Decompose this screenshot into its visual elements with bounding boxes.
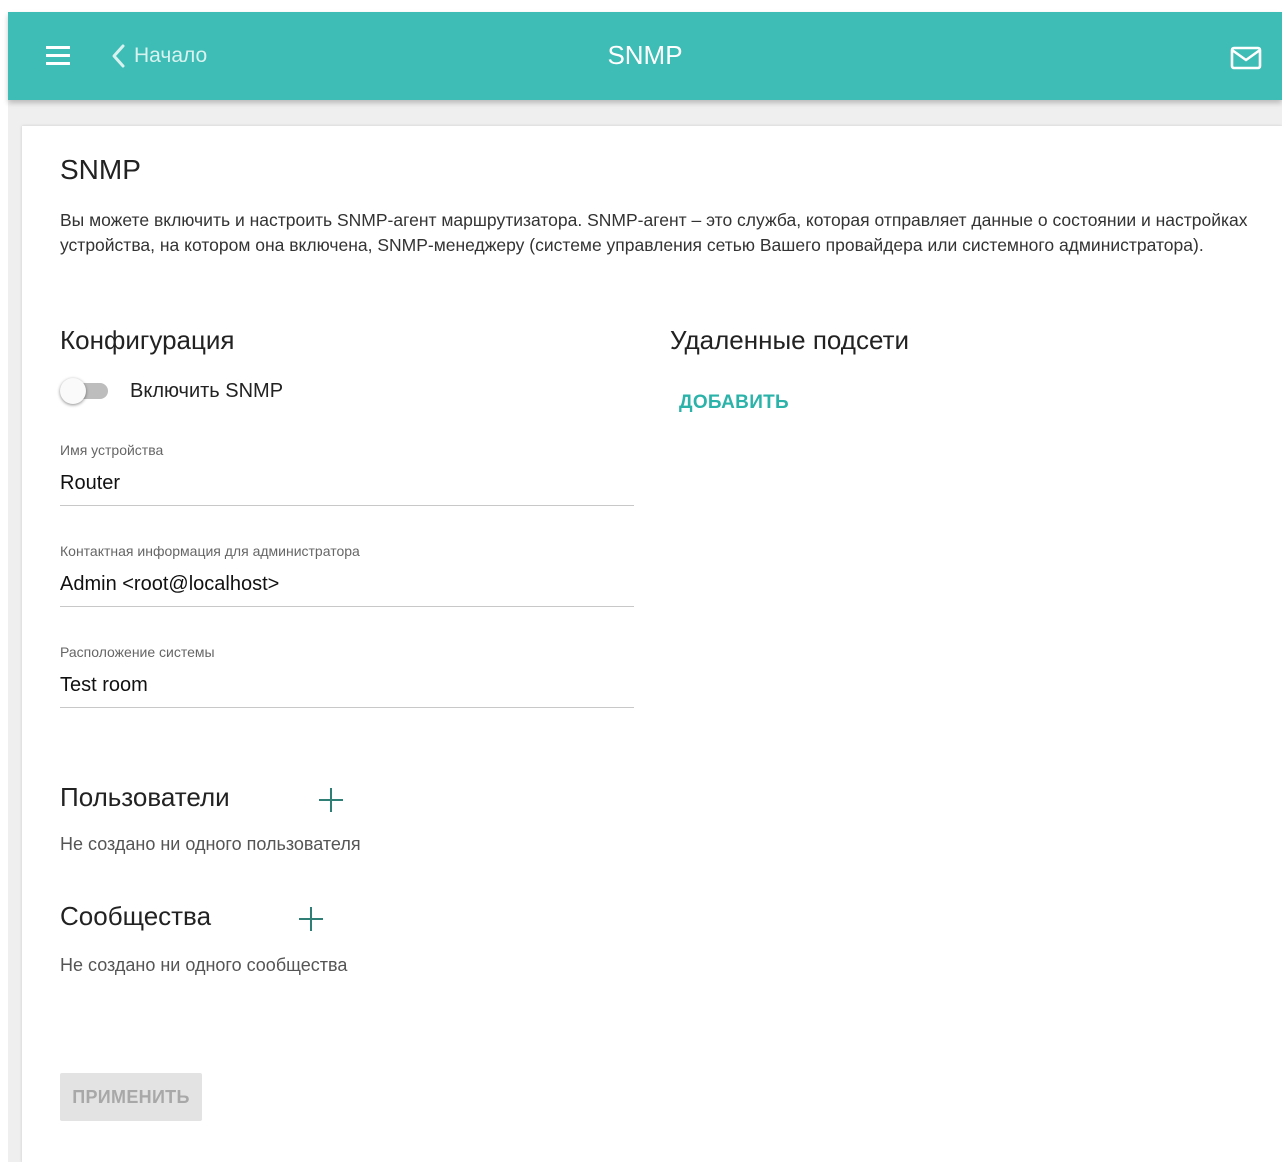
location-label: Расположение системы [60, 644, 215, 660]
communities-empty-text: Не создано ни одного сообщества [60, 955, 348, 975]
users-heading: Пользователи [60, 782, 230, 812]
toggle-knob [60, 378, 86, 404]
remote-subnets-heading: Удаленные подсети [670, 325, 910, 355]
section-title: SNMP [60, 154, 141, 185]
contact-field: Контактная информация для администратора [60, 543, 634, 607]
communities-heading: Сообщества [60, 901, 212, 931]
top-bar: Начало SNMP [8, 12, 1282, 100]
enable-snmp-toggle[interactable]: Включить SNMP [60, 376, 283, 406]
toggle-switch[interactable] [60, 376, 110, 406]
device-name-field: Имя устройства [60, 442, 634, 506]
location-field: Расположение системы [60, 644, 634, 708]
contact-label: Контактная информация для администратора [60, 543, 360, 559]
apply-button[interactable]: ПРИМЕНИТЬ [60, 1073, 202, 1121]
users-empty-text: Не создано ни одного пользователя [60, 834, 361, 854]
add-community-plus-icon[interactable] [297, 905, 325, 933]
location-input[interactable] [60, 668, 634, 708]
contact-input[interactable] [60, 567, 634, 607]
section-description: Вы можете включить и настроить SNMP-аген… [60, 210, 1248, 255]
device-name-label: Имя устройства [60, 442, 164, 458]
back-button[interactable]: Начало [110, 42, 207, 70]
device-name-input[interactable] [60, 466, 634, 506]
page: Начало SNMP SNMP Вы можете включить и на… [0, 0, 1282, 1162]
mail-icon[interactable] [1230, 46, 1262, 70]
add-subnet-button[interactable]: ДОБАВИТЬ [679, 392, 789, 414]
enable-snmp-label: Включить SNMP [130, 379, 284, 402]
chevron-left-icon [112, 44, 125, 68]
config-heading: Конфигурация [60, 325, 235, 355]
hamburger-menu-icon[interactable] [46, 46, 70, 66]
back-label: Начало [134, 44, 208, 67]
add-user-plus-icon[interactable] [317, 786, 345, 814]
